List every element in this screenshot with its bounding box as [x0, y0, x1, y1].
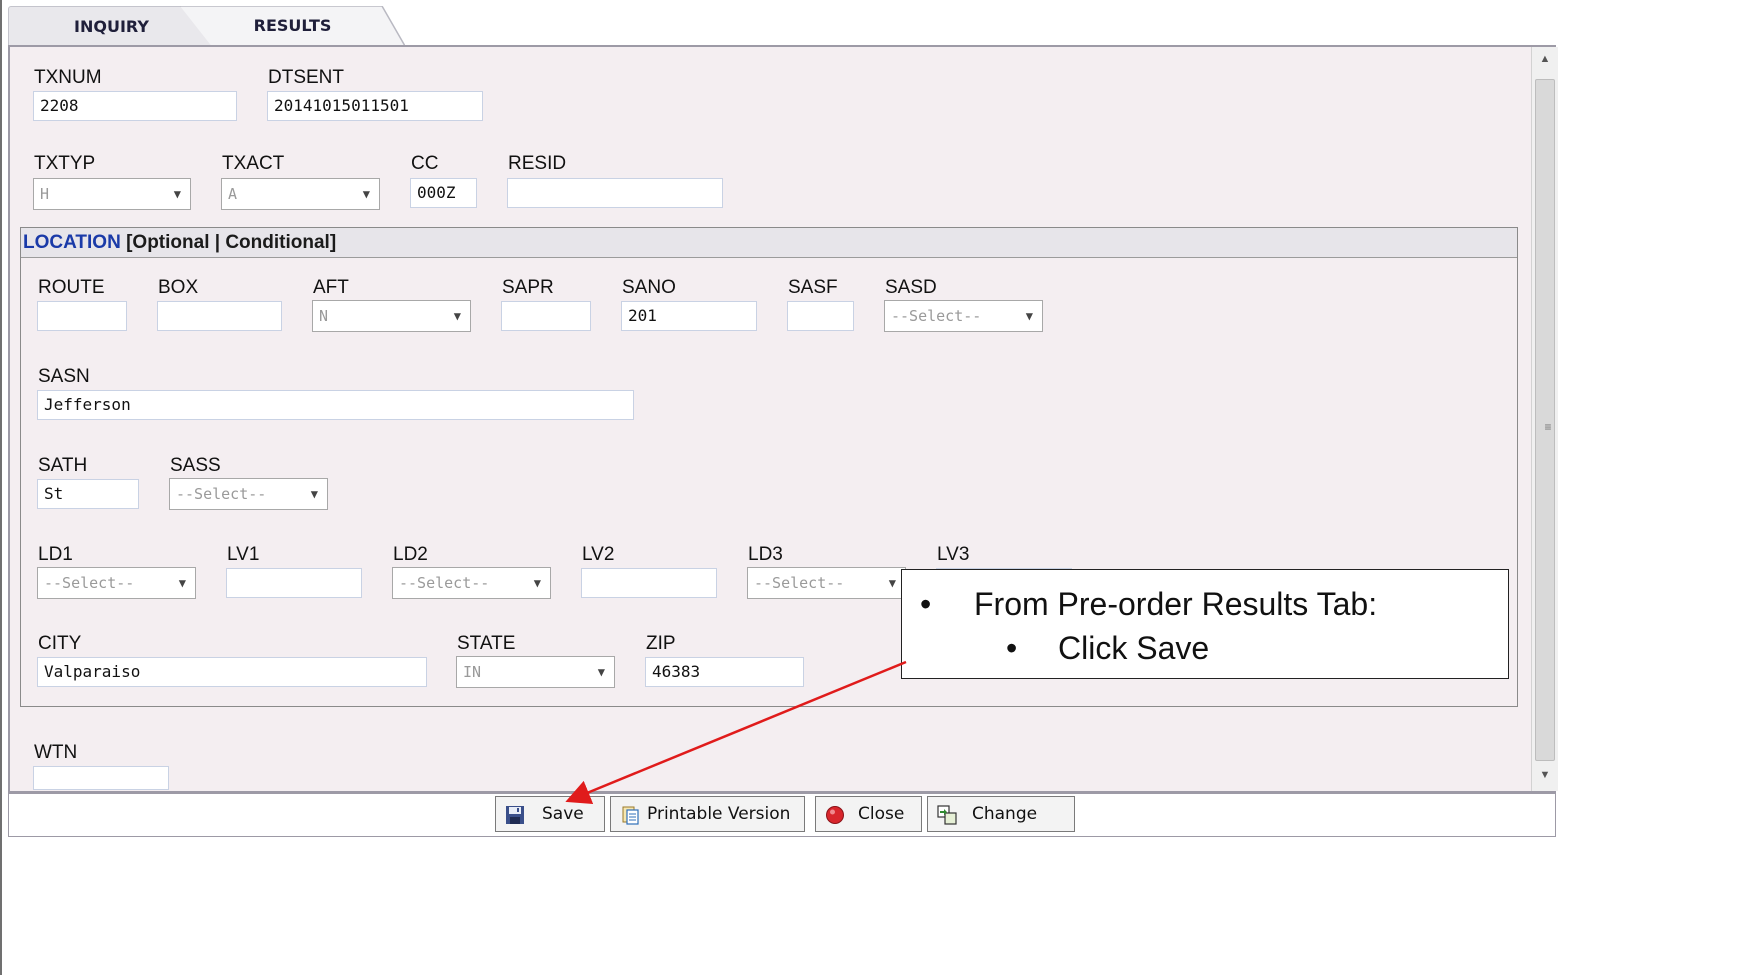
scrollbar-thumb[interactable]: ≡ — [1535, 79, 1555, 761]
printable-icon — [622, 806, 639, 825]
city-label: CITY — [38, 633, 82, 654]
sass-select[interactable]: --Select-- ▼ — [169, 478, 328, 510]
callout-bullet-2: • — [1006, 630, 1018, 666]
sass-value: --Select-- — [176, 485, 267, 503]
close-icon — [826, 806, 844, 824]
lv1-input[interactable] — [226, 568, 362, 598]
close-button-label: Close — [858, 804, 905, 824]
printable-version-button-label: Printable Version — [647, 804, 791, 824]
save-button-label: Save — [542, 804, 584, 824]
wtn-input[interactable] — [33, 766, 169, 790]
ld1-label: LD1 — [38, 544, 73, 565]
change-icon — [937, 805, 957, 825]
state-value: IN — [463, 663, 482, 681]
sass-label: SASS — [170, 455, 221, 476]
txnum-input[interactable]: 2208 — [33, 91, 237, 121]
state-label: STATE — [457, 633, 516, 654]
ld3-label: LD3 — [748, 544, 783, 565]
lv2-label: LV2 — [582, 544, 615, 565]
ld2-value: --Select-- — [399, 574, 490, 592]
tab-results-label: RESULTS — [253, 16, 332, 35]
sasd-select[interactable]: --Select-- ▼ — [884, 300, 1043, 332]
txact-value: A — [228, 185, 238, 203]
sasd-value: --Select-- — [891, 307, 982, 325]
dropdown-arrow-icon: ▼ — [533, 576, 541, 590]
txtyp-value: H — [40, 185, 50, 203]
sasd-label: SASD — [885, 277, 937, 298]
dropdown-arrow-icon: ▼ — [178, 576, 186, 590]
callout-line-1: From Pre-order Results Tab: — [974, 586, 1378, 622]
location-title: LOCATION — [23, 232, 121, 253]
dropdown-arrow-icon: ▼ — [888, 576, 896, 590]
box-input[interactable] — [157, 301, 282, 331]
ld2-select[interactable]: --Select-- ▼ — [392, 567, 551, 599]
sano-input[interactable]: 201 — [621, 301, 757, 331]
state-select[interactable]: IN ▼ — [456, 656, 615, 688]
cc-input[interactable]: 000Z — [410, 178, 477, 208]
vertical-scrollbar[interactable]: ▲ ≡ ▼ — [1531, 47, 1558, 791]
sano-label: SANO — [622, 277, 676, 298]
box-label: BOX — [158, 277, 199, 298]
lv3-label: LV3 — [937, 544, 970, 565]
change-button-label: Change — [972, 804, 1038, 824]
callout-line-2: Click Save — [1058, 630, 1210, 666]
ld3-select[interactable]: --Select-- ▼ — [747, 567, 906, 599]
dropdown-arrow-icon: ▼ — [597, 665, 605, 679]
txact-label: TXACT — [222, 153, 285, 174]
ld3-value: --Select-- — [754, 574, 845, 592]
lv1-label: LV1 — [227, 544, 260, 565]
dropdown-arrow-icon: ▼ — [362, 187, 370, 201]
resid-label: RESID — [508, 153, 567, 174]
ld1-select[interactable]: --Select-- ▼ — [37, 567, 196, 599]
txnum-label: TXNUM — [34, 67, 102, 88]
tab-inquiry-label: INQUIRY — [74, 17, 149, 36]
tab-results[interactable]: RESULTS — [180, 6, 405, 46]
aft-select[interactable]: N ▼ — [312, 300, 471, 332]
txtyp-label: TXTYP — [34, 153, 96, 174]
city-input[interactable]: Valparaiso — [37, 657, 427, 687]
lv2-input[interactable] — [581, 568, 717, 598]
sasf-input[interactable] — [787, 301, 854, 331]
printable-version-button[interactable]: Printable Version — [610, 796, 805, 832]
location-section-header: LOCATION [Optional | Conditional] — [21, 228, 1517, 258]
sasn-label: SASN — [38, 366, 90, 387]
location-subtitle: [Optional | Conditional] — [120, 232, 337, 253]
sath-label: SATH — [38, 455, 88, 476]
dropdown-arrow-icon: ▼ — [310, 487, 318, 501]
sapr-input[interactable] — [501, 301, 591, 331]
route-input[interactable] — [37, 301, 127, 331]
zip-label: ZIP — [646, 633, 676, 654]
cc-label: CC — [411, 153, 439, 174]
resid-input[interactable] — [507, 178, 723, 208]
scroll-down-icon[interactable]: ▼ — [1532, 769, 1558, 781]
sapr-label: SAPR — [502, 277, 554, 298]
wtn-label: WTN — [34, 742, 78, 763]
annotation-callout: • From Pre-order Results Tab: • Click Sa… — [901, 569, 1509, 679]
aft-label: AFT — [313, 277, 349, 298]
aft-value: N — [319, 307, 329, 325]
txact-select[interactable]: A ▼ — [221, 178, 380, 210]
ld2-label: LD2 — [393, 544, 428, 565]
dtsent-input[interactable]: 20141015011501 — [267, 91, 483, 121]
callout-bullet-1: • — [920, 586, 932, 622]
close-button[interactable]: Close — [815, 796, 922, 832]
sasn-input[interactable]: Jefferson — [37, 390, 634, 420]
window-left-border — [0, 0, 2, 975]
dropdown-arrow-icon: ▼ — [1025, 309, 1033, 323]
dropdown-arrow-icon: ▼ — [453, 309, 461, 323]
change-button[interactable]: Change — [927, 796, 1075, 832]
scroll-up-icon[interactable]: ▲ — [1532, 53, 1558, 65]
tab-inquiry[interactable]: INQUIRY — [8, 6, 215, 47]
route-label: ROUTE — [38, 277, 105, 298]
grip-icon: ≡ — [1544, 420, 1552, 434]
dropdown-arrow-icon: ▼ — [173, 187, 181, 201]
sasf-label: SASF — [788, 277, 838, 298]
save-button[interactable]: Save — [495, 796, 605, 832]
save-icon — [506, 806, 524, 824]
txtyp-select[interactable]: H ▼ — [33, 178, 191, 210]
dtsent-label: DTSENT — [268, 67, 344, 88]
ld1-value: --Select-- — [44, 574, 135, 592]
zip-input[interactable]: 46383 — [645, 657, 804, 687]
sath-input[interactable]: St — [37, 479, 139, 509]
